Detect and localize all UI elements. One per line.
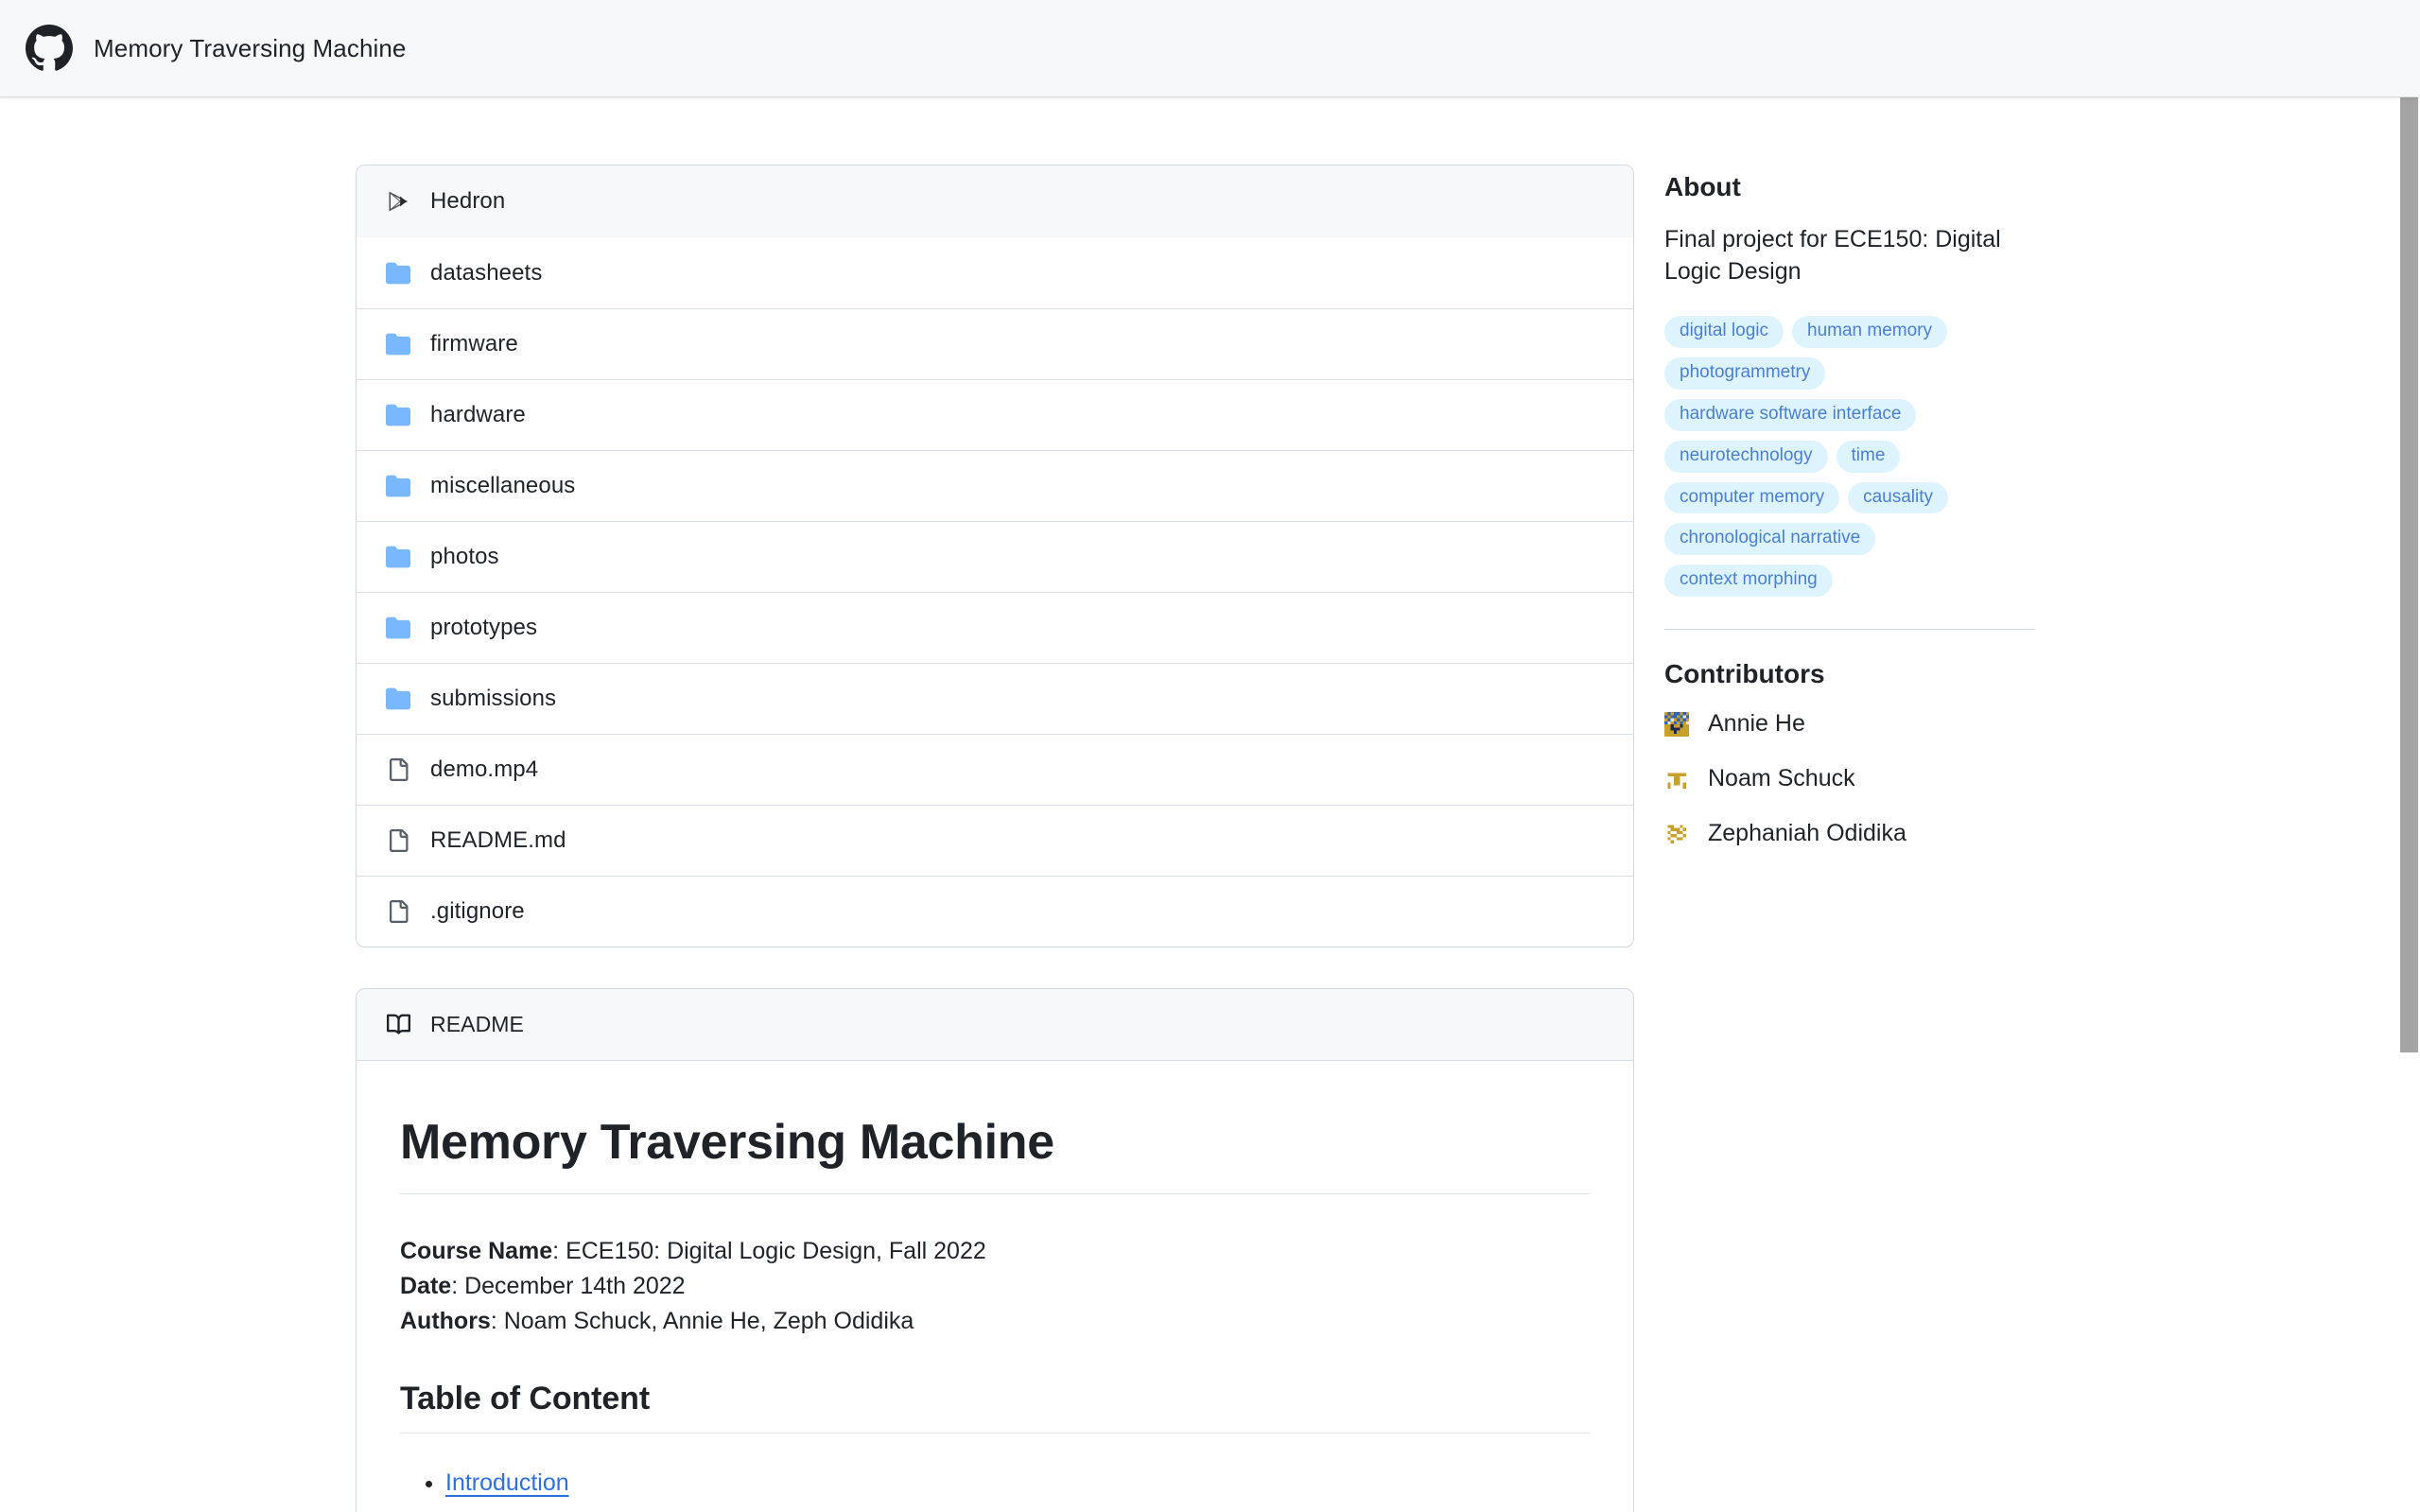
readme-tab[interactable]: README bbox=[357, 989, 1633, 1061]
file-row-label: submissions bbox=[430, 686, 557, 711]
meta-label-course: Course Name bbox=[400, 1238, 553, 1264]
readme-panel: README Memory Traversing Machine Course … bbox=[356, 988, 1634, 1512]
file-row-label: README.md bbox=[430, 827, 566, 853]
file-rows-container: datasheets firmware hardware miscellaneous p… bbox=[357, 237, 1633, 947]
vertical-scrollbar-thumb[interactable] bbox=[2400, 97, 2418, 1052]
folder-icon bbox=[385, 402, 411, 428]
page-body: Hedron datasheets firmware hardware miscell… bbox=[0, 97, 2420, 1512]
file-row[interactable]: miscellaneous bbox=[357, 450, 1633, 521]
hedron-logo-icon bbox=[385, 188, 411, 215]
topic-tag[interactable]: photogrammetry bbox=[1664, 356, 1826, 390]
topic-tag[interactable]: chronological narrative bbox=[1664, 523, 1876, 556]
contributor-name: Noam Schuck bbox=[1708, 765, 1855, 792]
meta-line-date: Date: December 14th 2022 bbox=[400, 1269, 1590, 1304]
meta-label-date: Date bbox=[400, 1273, 452, 1299]
file-row-label: demo.mp4 bbox=[430, 756, 539, 782]
repo-header-row[interactable]: Hedron bbox=[357, 165, 1633, 237]
topic-tag-list: digital logic human memory photogrammetry h… bbox=[1664, 316, 2043, 598]
file-icon bbox=[385, 756, 411, 783]
avatar bbox=[1664, 821, 1689, 846]
topic-tag[interactable]: computer memory bbox=[1664, 481, 1840, 514]
file-row-label: .gitignore bbox=[430, 898, 525, 924]
contributor-name: Zephaniah Odidika bbox=[1708, 820, 1906, 847]
file-row-label: datasheets bbox=[430, 259, 543, 286]
vertical-scrollbar-track[interactable] bbox=[2397, 97, 2420, 1512]
readme-tab-label: README bbox=[430, 1012, 525, 1036]
topic-tag[interactable]: digital logic bbox=[1664, 316, 1784, 348]
meta-line-course: Course Name: ECE150: Digital Logic Desig… bbox=[400, 1234, 1590, 1269]
meta-label-authors: Authors bbox=[400, 1308, 491, 1334]
file-row[interactable]: submissions bbox=[357, 663, 1633, 734]
file-row-label: firmware bbox=[430, 331, 518, 356]
file-row[interactable]: datasheets bbox=[357, 237, 1633, 308]
topic-tag[interactable]: context morphing bbox=[1664, 565, 1833, 598]
file-list-panel: Hedron datasheets firmware hardware miscell… bbox=[356, 165, 1634, 947]
meta-line-authors: Authors: Noam Schuck, Annie He, Zeph Odi… bbox=[400, 1304, 1590, 1339]
toc-link-introduction[interactable]: Introduction bbox=[445, 1469, 569, 1496]
file-icon bbox=[385, 827, 411, 854]
main-column: Hedron datasheets firmware hardware miscell… bbox=[356, 165, 1634, 1512]
app-header: Memory Traversing Machine bbox=[0, 0, 2420, 97]
book-icon bbox=[385, 1012, 411, 1038]
toc-heading: Table of Content bbox=[400, 1381, 1590, 1434]
file-row-label: photos bbox=[430, 544, 499, 569]
topic-tag[interactable]: human memory bbox=[1792, 316, 1947, 348]
file-row[interactable]: hardware bbox=[357, 379, 1633, 450]
readme-meta-block: Course Name: ECE150: Digital Logic Desig… bbox=[400, 1234, 1590, 1339]
file-row[interactable]: firmware bbox=[357, 308, 1633, 379]
folder-icon bbox=[385, 473, 411, 499]
about-description: Final project for ECE150: Digital Logic … bbox=[1664, 226, 2001, 285]
sidebar: About Final project for ECE150: Digital … bbox=[1664, 165, 2043, 875]
list-item: Team Composition bbox=[445, 1503, 1590, 1512]
folder-icon bbox=[385, 686, 411, 712]
meta-value-authors: : Noam Schuck, Annie He, Zeph Odidika bbox=[490, 1308, 914, 1334]
topic-tag[interactable]: hardware software interface bbox=[1664, 398, 1917, 431]
contributor-row[interactable]: Annie He bbox=[1664, 710, 2043, 738]
file-row[interactable]: photos bbox=[357, 521, 1633, 592]
folder-icon bbox=[385, 544, 411, 570]
readme-content: Memory Traversing Machine Course Name: E… bbox=[357, 1061, 1633, 1512]
topic-tag[interactable]: neurotechnology bbox=[1664, 440, 1828, 473]
list-item: Introduction bbox=[445, 1462, 1590, 1503]
readme-title: Memory Traversing Machine bbox=[400, 1114, 1590, 1194]
toc-list: Introduction Team Composition bbox=[400, 1462, 1590, 1512]
file-row-label: prototypes bbox=[430, 615, 538, 640]
folder-icon bbox=[385, 260, 411, 287]
topic-tag[interactable]: time bbox=[1836, 440, 1901, 473]
contributors-list: Annie He Noam Schuck Zephaniah Odidika bbox=[1664, 710, 2043, 847]
app-title: Memory Traversing Machine bbox=[94, 33, 407, 62]
sidebar-divider bbox=[1664, 629, 2035, 631]
folder-icon bbox=[385, 615, 411, 641]
meta-value-date: : December 14th 2022 bbox=[451, 1273, 686, 1299]
github-mark-icon[interactable] bbox=[26, 25, 73, 72]
file-row[interactable]: demo.mp4 bbox=[357, 734, 1633, 805]
file-icon bbox=[385, 898, 411, 925]
repo-name-label: Hedron bbox=[430, 188, 506, 214]
contributors-heading: Contributors bbox=[1664, 659, 1825, 689]
file-row-label: hardware bbox=[430, 402, 526, 427]
file-row[interactable]: prototypes bbox=[357, 592, 1633, 663]
contributor-name: Annie He bbox=[1708, 710, 1805, 738]
file-row[interactable]: .gitignore bbox=[357, 876, 1633, 947]
file-row-label: miscellaneous bbox=[430, 473, 576, 498]
contributor-row[interactable]: Zephaniah Odidika bbox=[1664, 820, 2043, 847]
avatar bbox=[1664, 711, 1689, 737]
topic-tag[interactable]: causality bbox=[1848, 481, 1949, 514]
contributor-row[interactable]: Noam Schuck bbox=[1664, 765, 2043, 792]
about-heading: About bbox=[1664, 172, 1741, 201]
file-row[interactable]: README.md bbox=[357, 805, 1633, 876]
avatar bbox=[1664, 766, 1689, 791]
meta-value-course: : ECE150: Digital Logic Design, Fall 202… bbox=[552, 1238, 986, 1264]
folder-icon bbox=[385, 331, 411, 357]
